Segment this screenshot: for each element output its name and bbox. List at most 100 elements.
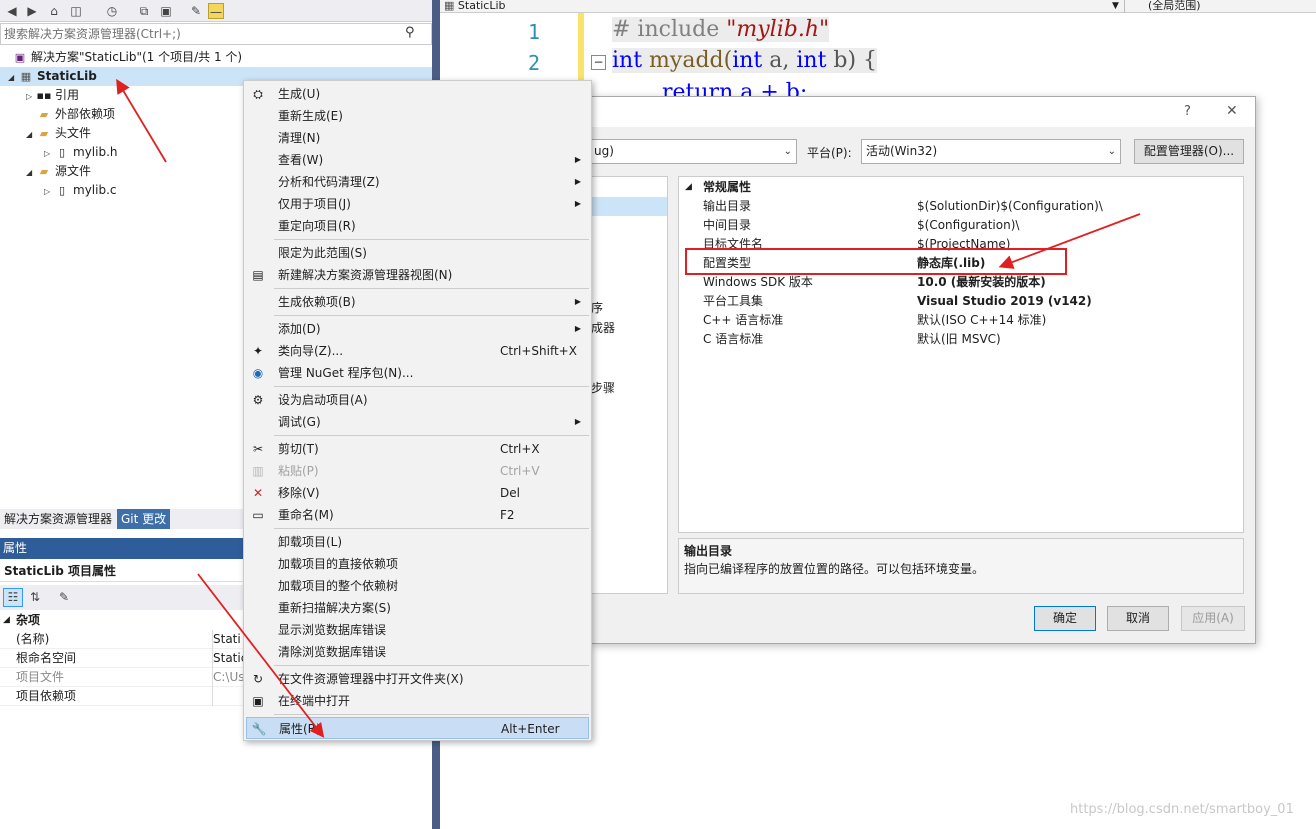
- tree-source-files[interactable]: ◢ ▰ 源文件: [26, 162, 91, 181]
- menu-item[interactable]: ▥ 粘贴(P) Ctrl+V: [246, 460, 589, 482]
- menu-item[interactable]: 加载项目的整个依赖树: [246, 575, 589, 597]
- collapsed-icon[interactable]: ▷: [44, 144, 54, 163]
- menu-item[interactable]: 重定向项目(R): [246, 215, 589, 237]
- home-icon[interactable]: ⌂: [46, 3, 62, 19]
- property-pages-icon[interactable]: ✎: [56, 589, 72, 605]
- menu-item[interactable]: ↻ 在文件资源管理器中打开文件夹(X): [246, 668, 589, 690]
- history-icon[interactable]: ◷: [104, 3, 120, 19]
- search-icon[interactable]: ⚲: [405, 26, 426, 40]
- menu-item[interactable]: ◉ 管理 NuGet 程序包(N)...: [246, 362, 589, 384]
- grid-row[interactable]: C++ 语言标准 默认(ISO C++14 标准): [679, 311, 1243, 330]
- menu-separator: [274, 239, 589, 240]
- menu-item-properties[interactable]: 🔧 属性(R) Alt+Enter: [246, 717, 589, 739]
- expanded-icon[interactable]: ◢: [26, 163, 36, 182]
- collapsed-icon[interactable]: ▷: [26, 87, 36, 106]
- menu-item[interactable]: 限定为此范围(S): [246, 242, 589, 264]
- code-line-2: int myadd(int a, int b) {: [612, 48, 878, 73]
- menu-item[interactable]: 调试(G) ▶: [246, 411, 589, 433]
- cancel-button[interactable]: 取消: [1107, 606, 1169, 631]
- close-button[interactable]: ✕: [1226, 103, 1238, 119]
- annotation-box: [685, 248, 1067, 275]
- property-name: 项目依赖项: [16, 689, 77, 703]
- grid-row[interactable]: Windows SDK 版本 10.0 (最新安装的版本): [679, 273, 1243, 292]
- ok-button[interactable]: 确定: [1034, 606, 1096, 631]
- expanded-icon[interactable]: ◢: [26, 125, 36, 144]
- menu-item-shortcut: F2: [500, 508, 515, 522]
- grid-value[interactable]: 10.0 (最新安装的版本): [917, 273, 1046, 292]
- tab-solution-explorer[interactable]: 解决方案资源管理器: [0, 509, 116, 529]
- menu-item[interactable]: ▤ 新建解决方案资源管理器视图(N): [246, 264, 589, 286]
- menu-item[interactable]: ✂ 剪切(T) Ctrl+X: [246, 438, 589, 460]
- help-button[interactable]: ?: [1184, 104, 1191, 119]
- tree-mylib-h[interactable]: ▷ ▯ mylib.h: [44, 143, 118, 162]
- tree-solution[interactable]: ▣ 解决方案"StaticLib"(1 个项目/共 1 个): [12, 48, 242, 67]
- menu-item[interactable]: 添加(D) ▶: [246, 318, 589, 340]
- refresh-icon: ↻: [252, 672, 264, 686]
- menu-item[interactable]: ▣ 在终端中打开: [246, 690, 589, 712]
- platform-combo[interactable]: 活动(Win32) ⌄: [861, 139, 1121, 164]
- chevron-down-icon[interactable]: ▼: [1112, 0, 1119, 12]
- collapsed-icon[interactable]: ▷: [44, 182, 54, 201]
- grid-row[interactable]: 平台工具集 Visual Studio 2019 (v142): [679, 292, 1243, 311]
- tab-git-changes[interactable]: Git 更改: [117, 509, 171, 529]
- categorized-icon[interactable]: ☷: [3, 588, 23, 607]
- expanded-icon[interactable]: ◢: [685, 178, 692, 197]
- menu-item[interactable]: 加载项目的直接依赖项: [246, 553, 589, 575]
- grid-value[interactable]: $(SolutionDir)$(Configuration)\: [917, 197, 1103, 216]
- collapse-icon[interactable]: ⧉: [136, 3, 152, 19]
- menu-item-label: 调试(G): [278, 415, 321, 429]
- grid-value[interactable]: 默认(旧 MSVC): [917, 330, 1001, 349]
- configuration-combo[interactable]: ug) ⌄: [589, 139, 797, 164]
- menu-item[interactable]: ✕ 移除(V) Del: [246, 482, 589, 504]
- grid-row[interactable]: C 语言标准 默认(旧 MSVC): [679, 330, 1243, 349]
- collapse-region-icon[interactable]: −: [591, 55, 606, 70]
- menu-item[interactable]: 分析和代码清理(Z) ▶: [246, 171, 589, 193]
- tree-mylib-c[interactable]: ▷ ▯ mylib.c: [44, 181, 117, 200]
- show-all-icon[interactable]: ▣: [158, 3, 174, 19]
- wrench-icon[interactable]: ✎: [188, 3, 204, 19]
- grid-row[interactable]: 输出目录 $(SolutionDir)$(Configuration)\: [679, 197, 1243, 216]
- menu-item[interactable]: 清除浏览数据库错误: [246, 641, 589, 663]
- dialog-titlebar: [591, 97, 1255, 127]
- menu-item[interactable]: 显示浏览数据库错误: [246, 619, 589, 641]
- expanded-icon[interactable]: ◢: [8, 68, 18, 87]
- keyword-token: int: [732, 48, 763, 73]
- search-input[interactable]: 搜索解决方案资源管理器(Ctrl+;): [0, 23, 432, 45]
- expanded-icon[interactable]: ◢: [3, 611, 10, 630]
- config-manager-button[interactable]: 配置管理器(O)...: [1134, 139, 1244, 164]
- alphabetical-icon[interactable]: ⇅: [27, 589, 43, 605]
- menu-item[interactable]: 重新生成(E): [246, 105, 589, 127]
- tree-item-fragment[interactable]: 序: [591, 299, 603, 316]
- menu-item[interactable]: ✦ 类向导(Z)... Ctrl+Shift+X: [246, 340, 589, 362]
- apply-button[interactable]: 应用(A): [1181, 606, 1245, 631]
- menu-item[interactable]: ▭ 重命名(M) F2: [246, 504, 589, 526]
- grid-value[interactable]: 默认(ISO C++14 标准): [917, 311, 1046, 330]
- project-dropdown[interactable]: ▦ StaticLib: [444, 0, 506, 12]
- menu-item[interactable]: 生成依赖项(B) ▶: [246, 291, 589, 313]
- menu-item[interactable]: 仅用于项目(J) ▶: [246, 193, 589, 215]
- menu-item[interactable]: ⛭ 生成(U): [246, 83, 589, 105]
- tree-header-files[interactable]: ◢ ▰ 头文件: [26, 124, 91, 143]
- grid-value[interactable]: Visual Studio 2019 (v142): [917, 292, 1092, 311]
- build-icon: ⛭: [253, 87, 263, 101]
- switch-views-icon[interactable]: ◫: [68, 3, 84, 19]
- menu-item[interactable]: 查看(W) ▶: [246, 149, 589, 171]
- menu-item[interactable]: 清理(N): [246, 127, 589, 149]
- grid-row[interactable]: 中间目录 $(Configuration)\: [679, 216, 1243, 235]
- settings-tree[interactable]: 序 成器 步骤: [590, 176, 668, 594]
- tree-item-fragment[interactable]: 成器: [591, 319, 615, 336]
- tree-item-fragment[interactable]: 步骤: [591, 379, 615, 396]
- menu-item[interactable]: ⚙ 设为启动项目(A): [246, 389, 589, 411]
- section-row[interactable]: ◢ 常规属性: [679, 178, 1243, 197]
- menu-item[interactable]: 卸载项目(L): [246, 531, 589, 553]
- tree-references[interactable]: ▷ ▪▪ 引用: [26, 86, 79, 105]
- grid-value[interactable]: $(Configuration)\: [917, 216, 1019, 235]
- tree-external-deps[interactable]: ▰ 外部依赖项: [36, 105, 115, 124]
- submenu-arrow-icon: ▶: [574, 155, 581, 164]
- preview-icon[interactable]: —: [208, 3, 224, 19]
- scope-dropdown[interactable]: (全局范围): [1148, 0, 1201, 12]
- back-icon[interactable]: ◀: [4, 3, 20, 19]
- tree-selection[interactable]: [591, 197, 667, 216]
- menu-item[interactable]: 重新扫描解决方案(S): [246, 597, 589, 619]
- forward-icon[interactable]: ▶: [24, 3, 40, 19]
